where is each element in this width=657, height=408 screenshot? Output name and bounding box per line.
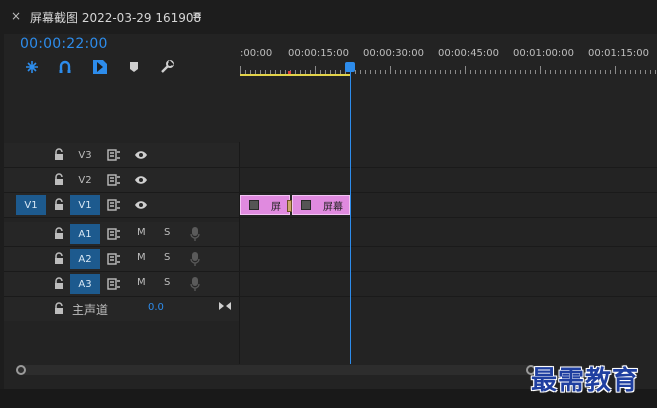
sequence-title[interactable]: 屏幕截图 2022-03-29 161908 [30,9,201,26]
microphone-icon[interactable] [190,226,200,242]
track-v1: V1 V1 屏 屏幕 [4,193,657,218]
track-header: V2 [4,168,239,192]
track-lane[interactable] [240,168,657,192]
watermark-logo: 最需教育 [531,366,640,396]
go-to-end-icon[interactable] [218,301,232,311]
ruler-ticks [240,66,656,74]
playhead-handle[interactable] [345,62,355,72]
work-area-bar[interactable] [240,74,350,76]
marker-icon[interactable] [125,58,143,76]
video-clip[interactable]: 屏 [240,195,290,215]
scrollbar-track[interactable] [16,365,536,375]
track-target-toggle[interactable]: A2 [70,249,100,269]
ruler-label: :00:00 [240,48,273,59]
lock-icon[interactable] [53,227,65,241]
ruler-label: 00:01:15:00 [588,48,650,59]
mute-button[interactable]: M [137,252,146,263]
video-clip[interactable]: 屏幕 [292,195,350,215]
track-lane[interactable] [240,143,657,167]
ruler-label: 00:00:30:00 [363,48,425,59]
microphone-icon[interactable] [190,251,200,267]
solo-button[interactable]: S [164,252,170,263]
solo-button[interactable]: S [164,227,170,238]
ruler-label: 00:00:15:00 [288,48,350,59]
clip-label: 屏幕 [323,202,343,213]
lock-icon[interactable] [53,302,65,316]
fx-badge-icon [249,200,259,210]
master-track-label: 主声道 [72,303,109,317]
sync-lock-icon[interactable] [107,149,121,161]
track-master: 主声道 0.0 [4,297,657,321]
track-target-toggle[interactable]: A1 [70,224,100,244]
scrollbar-left-handle[interactable] [16,365,26,375]
sync-lock-icon[interactable] [107,253,121,265]
track-a2: A2 M S [4,247,657,272]
mute-button[interactable]: M [137,227,146,238]
track-a3: A3 M S [4,272,657,297]
mute-button[interactable]: M [137,277,146,288]
lock-icon[interactable] [53,198,65,212]
eye-icon[interactable] [134,175,148,185]
sequence-tab-bar: × 屏幕截图 2022-03-29 161908 ≡ [0,0,657,34]
source-patch-v1[interactable]: V1 [16,195,46,215]
sync-lock-icon[interactable] [107,228,121,240]
snap-in-sequence-icon[interactable] [23,58,41,76]
eye-icon[interactable] [134,150,148,160]
track-separator [4,217,657,218]
track-lane[interactable] [240,272,657,296]
track-lane[interactable] [240,247,657,271]
track-target-toggle[interactable]: A3 [70,274,100,294]
linked-selection-icon[interactable] [56,58,74,76]
panel-menu-icon[interactable]: ≡ [192,8,202,22]
track-header: A2 M S [4,247,239,271]
sync-lock-icon[interactable] [107,278,121,290]
track-v3: V3 [4,143,657,168]
fx-badge-icon [301,200,311,210]
track-header: 主声道 0.0 [4,297,239,321]
playhead-line [350,70,351,364]
microphone-icon[interactable] [190,276,200,292]
wrench-icon[interactable] [158,58,176,76]
playhead-timecode[interactable]: 00:00:22:00 [20,36,108,52]
lock-icon[interactable] [53,277,65,291]
track-target-toggle[interactable]: V3 [70,145,100,165]
track-target-toggle[interactable]: V2 [70,170,100,190]
clip-label: 屏 [271,202,281,213]
track-a1: A1 M S [4,222,657,247]
track-v2: V2 [4,168,657,193]
track-header: V3 [4,143,239,167]
eye-icon[interactable] [134,200,148,210]
track-lane[interactable] [240,222,657,246]
lock-icon[interactable] [53,252,65,266]
lock-icon[interactable] [53,173,65,187]
sync-lock-icon[interactable] [107,199,121,211]
track-header: A1 M S [4,222,239,246]
track-header: A3 M S [4,272,239,296]
track-target-toggle[interactable]: V1 [70,195,100,215]
lock-icon[interactable] [53,148,65,162]
add-marker-icon[interactable] [91,58,109,76]
ruler-label: 00:01:00:00 [513,48,575,59]
track-lane[interactable]: 屏 屏幕 [240,193,657,217]
ruler-label: 00:00:45:00 [438,48,500,59]
time-ruler[interactable]: :00:00 00:00:15:00 00:00:30:00 00:00:45:… [240,48,657,62]
master-volume-value[interactable]: 0.0 [148,302,164,313]
close-icon[interactable]: × [11,9,21,23]
track-lane[interactable] [240,297,657,321]
track-header: V1 V1 [4,193,239,217]
solo-button[interactable]: S [164,277,170,288]
sync-lock-icon[interactable] [107,174,121,186]
